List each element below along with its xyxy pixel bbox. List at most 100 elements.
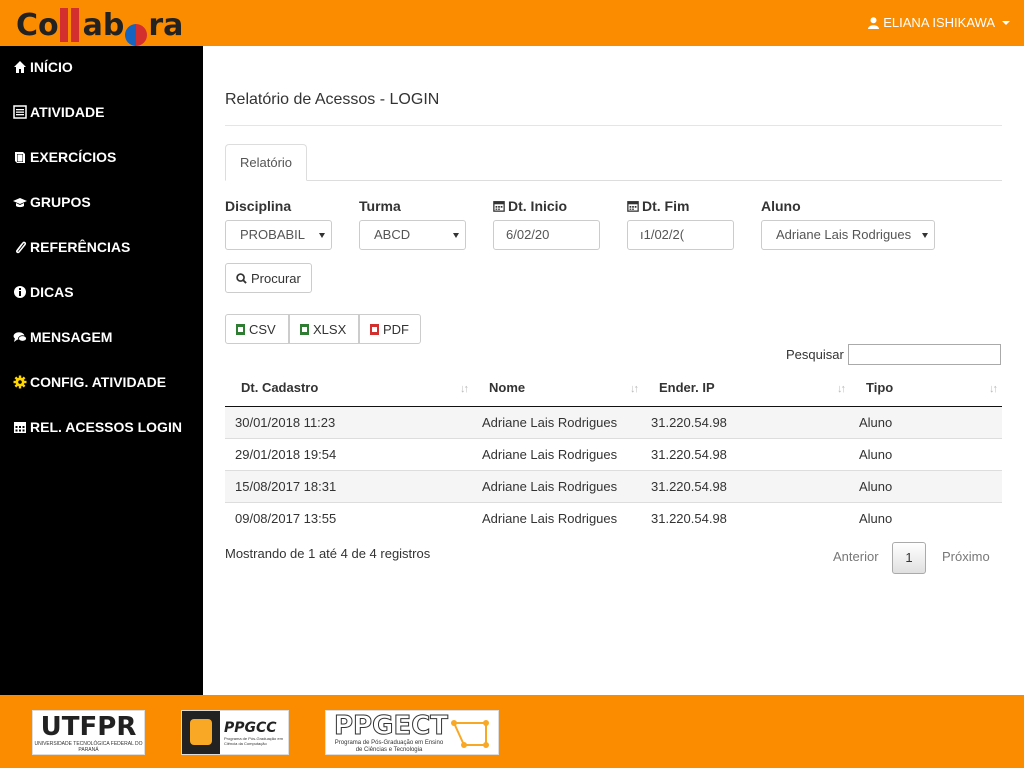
sidebar-item-dicas[interactable]: DICAS (13, 282, 74, 302)
cell-nome: Adriane Lais Rodrigues (473, 469, 643, 502)
dt-fim-label-text: Dt. Fim (642, 198, 690, 214)
dt-inicio-label: Dt. Inicio (493, 198, 567, 214)
cell-tipo: Aluno (850, 469, 1002, 502)
user-icon (868, 16, 880, 29)
cell-dt-cadastro: 09/08/2017 13:55 (225, 501, 473, 534)
turma-value: ABCD (374, 227, 411, 242)
column-header-label: Tipo (866, 380, 894, 396)
utfpr-logo-text: UTFPR (40, 711, 137, 742)
list-icon (13, 105, 27, 119)
export-pdf-label: PDF (383, 321, 409, 337)
dropdown-arrow-icon (922, 233, 928, 238)
cell-ender-ip: 31.220.54.98 (643, 501, 850, 534)
table-row: 29/01/2018 19:54 Adriane Lais Rodrigues … (225, 437, 1002, 470)
utfpr-logo[interactable]: UTFPR UNIVERSIDADE TECNOLÓGICA FEDERAL D… (32, 710, 145, 755)
cell-tipo: Aluno (850, 405, 1002, 438)
ppgcc-logo-text: PPGCC (224, 719, 277, 736)
sidebar-item-label: REFERÊNCIAS (30, 239, 131, 255)
collabora-logo[interactable]: Co ab ra (16, 4, 183, 46)
procurar-button[interactable]: Procurar (225, 263, 312, 293)
footer: UTFPR UNIVERSIDADE TECNOLÓGICA FEDERAL D… (0, 695, 1024, 768)
page-title: Relatório de Acessos - LOGIN (225, 91, 440, 108)
ppgcc-logo-subtitle: Programa de Pós-Graduação em Ciência da … (224, 735, 283, 746)
aluno-label: Aluno (761, 198, 801, 214)
column-header-nome[interactable]: Nome ↓↑ (473, 370, 643, 407)
export-xlsx-label: XLSX (313, 321, 347, 337)
column-header-tipo[interactable]: Tipo ↓↑ (850, 370, 1002, 407)
cell-ender-ip: 31.220.54.98 (643, 437, 850, 470)
dt-inicio-input[interactable]: 6/02/20 (493, 220, 600, 250)
calendar-icon (493, 201, 505, 212)
table-search-input[interactable] (848, 344, 1001, 365)
dt-fim-input[interactable]: ı1/02/2( (627, 220, 734, 250)
column-header-ender-ip[interactable]: Ender. IP ↓↑ (643, 370, 850, 407)
ppgect-logo[interactable]: PPGECT Programa de Pós-Graduação em Ensi… (325, 710, 499, 755)
book-icon (15, 152, 25, 163)
info-icon (14, 286, 26, 298)
dt-fim-label: Dt. Fim (627, 198, 689, 214)
column-header-dt-cadastro[interactable]: Dt. Cadastro ↓↑ (225, 370, 473, 407)
sidebar-item-referencias[interactable]: REFERÊNCIAS (13, 237, 130, 257)
export-pdf-button[interactable]: PDF (359, 314, 421, 344)
column-header-label: Dt. Cadastro (241, 380, 319, 396)
sidebar-item-label: EXERCÍCIOS (30, 149, 117, 165)
graduation-cap-icon (13, 198, 27, 208)
table-header-row: Dt. Cadastro ↓↑ Nome ↓↑ Ender. IP ↓↑ Tip… (225, 370, 1002, 407)
dropdown-arrow-icon (453, 233, 459, 238)
ppgect-logo-text: PPGECT (333, 710, 449, 741)
logo-globe-icon (125, 24, 148, 46)
user-menu[interactable]: ELIANA ISHIKAWA (868, 15, 1010, 30)
table-row: 09/08/2017 13:55 Adriane Lais Rodrigues … (225, 501, 1002, 534)
table-search-label: Pesquisar (786, 347, 844, 362)
sort-icon: ↓↑ (837, 383, 846, 395)
ppgect-logo-subtitle: Programa de Pós-Graduação em Ensino de C… (334, 739, 444, 753)
sort-icon: ↓↑ (460, 383, 469, 395)
sort-icon: ↓↑ (989, 383, 998, 395)
sidebar-item-label: INÍCIO (30, 59, 73, 75)
procurar-label: Procurar (251, 270, 301, 286)
cell-dt-cadastro: 30/01/2018 11:23 (225, 405, 473, 438)
network-nodes-icon (451, 720, 489, 748)
tab-relatorio[interactable]: Relatório (225, 144, 308, 181)
access-table: Dt. Cadastro ↓↑ Nome ↓↑ Ender. IP ↓↑ Tip… (225, 370, 1002, 534)
logo-text-middle: ab (82, 8, 125, 43)
cell-nome: Adriane Lais Rodrigues (473, 501, 643, 534)
user-name: ELIANA ISHIKAWA (883, 15, 995, 30)
cell-ender-ip: 31.220.54.98 (643, 469, 850, 502)
cell-tipo: Aluno (850, 437, 1002, 470)
pagination-next[interactable]: Próximo (942, 549, 990, 564)
sidebar-item-label: REL. ACESSOS LOGIN (30, 419, 182, 435)
aluno-select[interactable]: Adriane Lais Rodrigues (761, 220, 935, 250)
sidebar-item-grupos[interactable]: GRUPOS (13, 192, 91, 212)
excel-file-icon (236, 323, 245, 335)
sidebar-item-mensagem[interactable]: MENSAGEM (13, 327, 112, 347)
sidebar-item-inicio[interactable]: INÍCIO (13, 57, 73, 77)
excel-file-icon (300, 323, 309, 335)
comments-icon (13, 332, 27, 342)
pagination-page-1[interactable]: 1 (892, 542, 926, 574)
sidebar-item-label: CONFIG. ATIVIDADE (30, 374, 167, 390)
aluno-value: Adriane Lais Rodrigues (776, 227, 912, 242)
search-icon (236, 272, 247, 284)
sidebar-item-exercicios[interactable]: EXERCÍCIOS (13, 147, 116, 167)
calendar-icon (627, 201, 639, 212)
calendar-icon (14, 422, 26, 433)
table-info: Mostrando de 1 até 4 de 4 registros (225, 546, 431, 561)
export-xlsx-button[interactable]: XLSX (289, 314, 359, 344)
sidebar-item-atividade[interactable]: ATIVIDADE (13, 102, 104, 122)
dropdown-arrow-icon (319, 233, 325, 238)
turma-label: Turma (359, 198, 401, 214)
sidebar-item-rel-acessos-login[interactable]: REL. ACESSOS LOGIN (13, 417, 182, 437)
ppgcc-logo-text-group: PPGCC Programa de Pós-Graduação em Ciênc… (224, 720, 286, 746)
column-header-label: Nome (489, 380, 526, 396)
pagination-previous[interactable]: Anterior (833, 549, 879, 564)
sidebar-item-label: DICAS (30, 284, 74, 300)
ppgcc-logo[interactable]: PPGCC Programa de Pós-Graduação em Ciênc… (181, 710, 289, 755)
sidebar-item-config-atividade[interactable]: CONFIG. ATIVIDADE (13, 372, 166, 392)
sidebar: INÍCIO ATIVIDADE EXERCÍCIOS GRUPOS REFER… (0, 46, 203, 695)
disciplina-select[interactable]: PROBABIL (225, 220, 332, 250)
top-bar: Co ab ra ELIANA ISHIKAWA (0, 0, 1024, 46)
turma-select[interactable]: ABCD (359, 220, 466, 250)
sidebar-item-label: GRUPOS (30, 194, 91, 210)
export-csv-button[interactable]: CSV (225, 314, 289, 344)
